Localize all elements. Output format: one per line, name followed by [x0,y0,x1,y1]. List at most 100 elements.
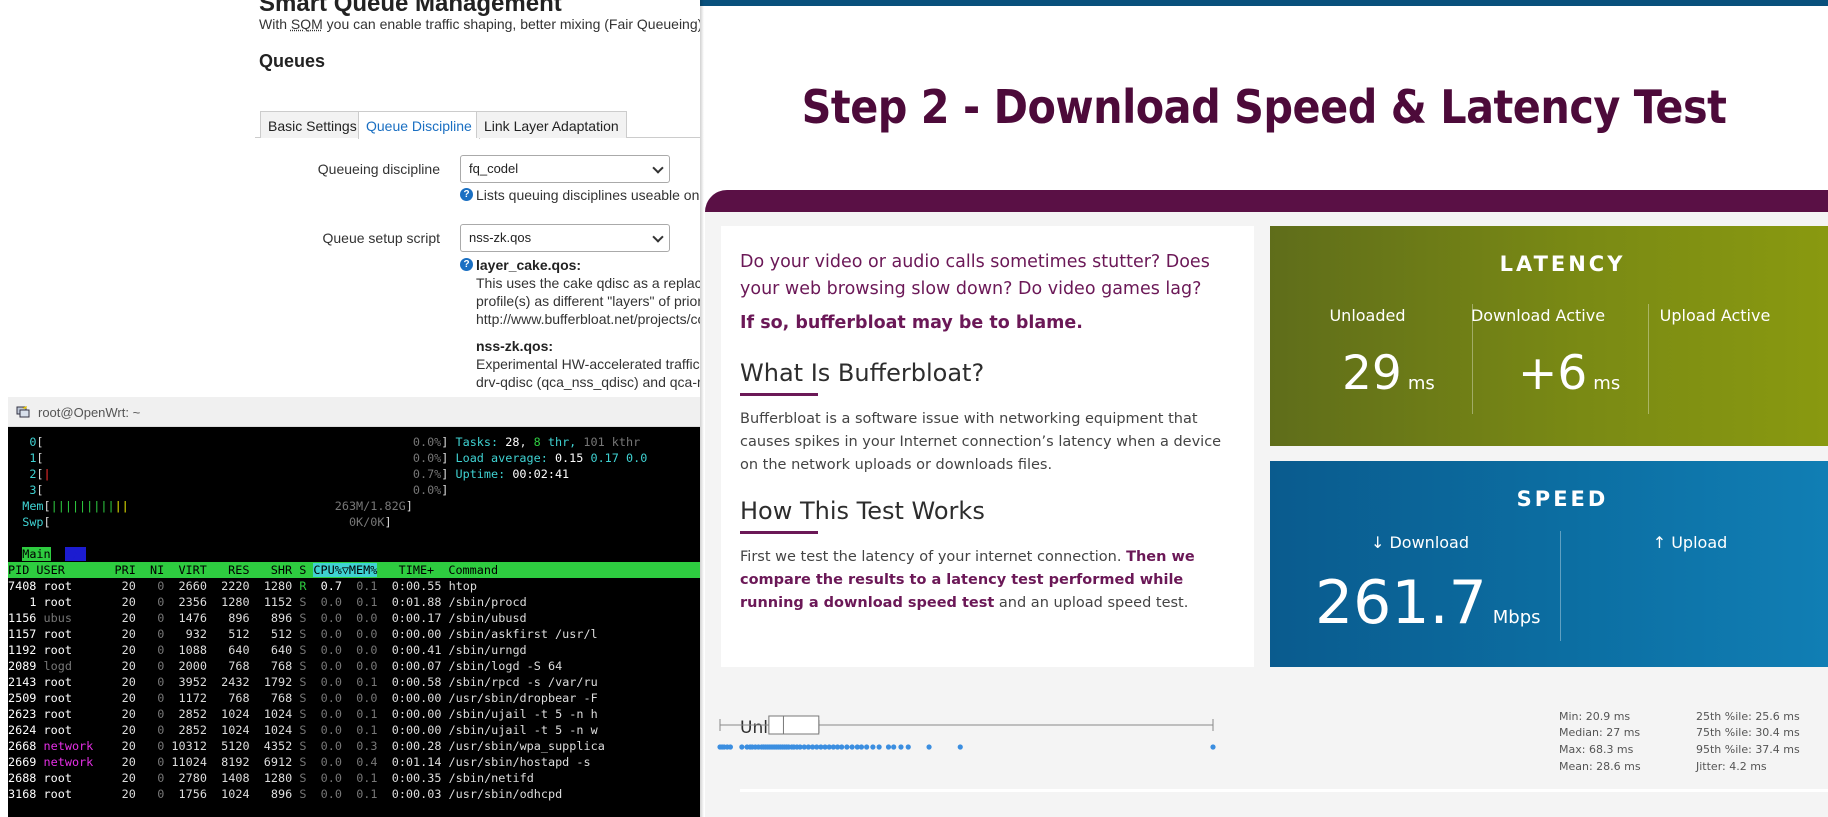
script-help-title-2: nss-zk.qos: [476,338,554,354]
question-circle-icon: ? [460,258,473,271]
page-description: With SQM you can enable traffic shaping,… [259,16,732,32]
speed-download-value: 261.7 Mbps [1315,568,1541,638]
section-title: Queues [259,51,326,71]
data-point [885,744,892,750]
stat-p95: 95th %ile: 37.4 ms [1696,743,1800,756]
data-point [858,744,865,750]
data-point [870,744,876,750]
what-heading: What Is Bufferbloat? [740,359,985,387]
script-help-line: profile(s) as different "layers" of prio… [476,293,719,309]
data-point [926,744,932,750]
stat-min: Min: 20.9 ms [1559,710,1631,723]
stat-p25: 25th %ile: 25.6 ms [1696,710,1800,723]
putty-icon [16,406,30,418]
terminal-window[interactable]: root@OpenWrt: ~ 0[ 0.0%] Tasks: 28, 8 th… [8,397,700,817]
stat-p75: 75th %ile: 30.4 ms [1696,726,1800,739]
process-row: 2143 root 20 0 3952 2432 1792 S 0.0 0.1 … [8,675,598,689]
column-divider [1648,304,1649,414]
stat-max: Max: 68.3 ms [1559,743,1634,756]
what-paragraph: Bufferbloat is a software issue with net… [740,411,1222,473]
cpu-meter: 0[ 0.0%] Tasks: 28, 8 thr, 101 kthr [29,435,641,449]
process-row: 2624 root 20 0 2852 1024 1024 S 0.0 0.1 … [8,723,598,737]
process-row: 2089 logd 20 0 2000 768 768 S 0.0 0.0 0:… [8,659,563,673]
window-shadow [700,0,704,817]
tab-basic-settings[interactable]: Basic Settings [260,111,365,138]
stat-median: Median: 27 ms [1559,726,1641,739]
sqm-abbr: SQM [290,16,323,32]
cpu-meter: 3[ 0.0%] [29,483,449,497]
script-help-line: http://www.bufferbloat.net/projects/code [476,311,721,327]
cpu-meter: 2[| 0.7%] Uptime: 00:02:41 [29,467,570,481]
intro-question: Do your video or audio calls sometimes s… [740,252,1210,299]
qdisc-select[interactable]: fq_codel [460,155,670,183]
chevron-down-icon [652,231,664,243]
data-point [876,744,882,750]
process-row: 7408 root 20 0 2660 2220 1280 R 0.7 0.1 … [8,579,477,593]
process-row: 3168 root 20 0 1756 1024 896 S 0.0 0.1 0… [8,787,563,801]
data-point [957,744,963,750]
process-row: 2623 root 20 0 2852 1024 1024 S 0.0 0.1 … [8,707,598,721]
data-point [739,744,745,750]
latency-title: LATENCY [1499,252,1626,276]
terminal-title: root@OpenWrt: ~ [38,405,141,420]
script-help-line: Experimental HW-accelerated traffic sh [476,356,719,372]
speed-download-label: ↓ Download [1370,533,1470,552]
mem-meter: Mem[||||||||||| 263M/1.82G] [22,499,413,513]
data-point [727,744,734,750]
data-point [849,744,855,750]
speed-card: SPEED ↓ Download ↑ Upload 261.7 Mbps [1270,461,1828,667]
script-select[interactable]: nss-zk.qos [460,224,670,252]
htop-tabs: Main I/O [22,547,87,561]
browser-top-bar [700,0,1828,6]
chevron-down-icon [652,162,664,174]
column-divider [1472,304,1473,414]
how-heading: How This Test Works [740,497,985,525]
qdisc-help: Lists queuing disciplines useable on thi [476,187,719,203]
latency-unloaded-value: 29 ms [1342,346,1435,401]
box-iqr [768,715,820,735]
tab-link-layer-adaptation[interactable]: Link Layer Adaptation [476,111,627,138]
latency-download-label: Download Active [1470,306,1606,325]
process-row: 1157 root 20 0 932 512 512 S 0.0 0.0 0:0… [8,627,598,641]
process-row: 2669 network 20 0 11024 8192 6912 S 0.0 … [8,755,591,769]
data-point [898,744,904,750]
speed-upload-label: ↑ Upload [1652,533,1728,552]
data-point [844,744,850,750]
heading-underline [740,393,818,396]
process-row: 2668 network 20 0 10312 5120 4352 S 0.0 … [8,739,605,753]
script-help-title-1: layer_cake.qos: [476,257,582,273]
process-row: 1192 root 20 0 1088 640 640 S 0.0 0.0 0:… [8,643,527,657]
qdisc-label: Queueing discipline [317,161,440,177]
speed-title: SPEED [1516,487,1609,511]
process-row: 1 root 20 0 2356 1280 1152 S 0.0 0.1 0:0… [29,595,527,609]
stat-mean: Mean: 28.6 ms [1559,760,1641,773]
intro-blame: If so, bufferbloat may be to blame. [740,313,1083,333]
how-paragraph: First we test the latency of your intern… [740,549,1195,611]
data-point [905,744,911,750]
bufferbloat-window: Step 2 - Download Speed & Latency Test D… [700,0,1828,817]
latency-distribution-chart [717,715,1216,750]
process-row: 1156 ubus 20 0 1476 896 896 S 0.0 0.0 0:… [8,611,527,625]
data-point [891,744,897,750]
process-row: 2509 root 20 0 1172 768 768 S 0.0 0.0 0:… [8,691,598,705]
tab-queue-discipline[interactable]: Queue Discipline [358,111,480,139]
latency-unloaded-label: Unloaded [1329,306,1406,325]
step-title: Step 2 - Download Speed & Latency Test [801,80,1727,134]
data-point [1210,744,1216,750]
heading-underline [740,531,818,534]
swap-meter: Swp[ 0K/0K] [22,515,392,529]
bottom-divider [740,789,1828,792]
cpu-meter: 1[ 0.0%] Load average: 0.15 0.17 0.0 [29,451,648,465]
htop-screen[interactable]: 0[ 0.0%] Tasks: 28, 8 thr, 101 kthr 1[ 0… [8,428,700,817]
terminal-titlebar[interactable]: root@OpenWrt: ~ [8,397,700,427]
latency-card: LATENCY Unloaded Download Active Upload … [1270,226,1828,446]
latency-upload-label: Upload Active [1659,306,1771,325]
tab-bar: Basic Settings Queue Discipline Link Lay… [255,110,700,139]
header-band [705,190,1828,212]
data-point [864,744,870,750]
process-row: 2688 root 20 0 2780 1408 1280 S 0.0 0.1 … [8,771,534,785]
column-divider [1560,531,1561,641]
htop-column-header: PID USER PRI NI VIRT RES SHR S CPU%▽MEM%… [8,562,700,578]
stat-jitter: Jitter: 4.2 ms [1696,760,1767,773]
script-help-line: This uses the cake qdisc as a replacem [476,275,722,291]
